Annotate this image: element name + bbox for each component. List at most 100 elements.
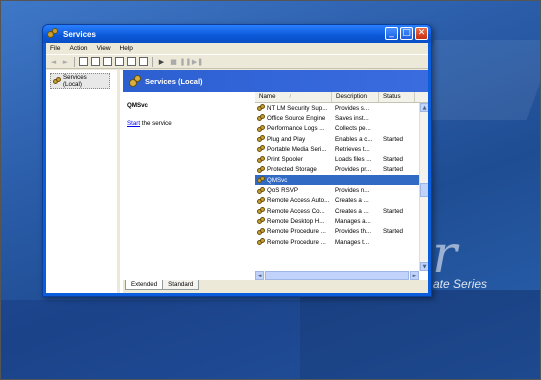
- scroll-left-icon[interactable]: ◄: [255, 271, 264, 280]
- service-description: Provides n...: [335, 187, 370, 195]
- list-item[interactable]: Remote Procedure ... Manages t...: [255, 237, 428, 247]
- selected-service-name: QMSvc: [127, 102, 148, 109]
- list-item[interactable]: QoS RSVP Provides n...: [255, 185, 428, 195]
- service-description: Enables a c...: [335, 135, 373, 143]
- column-header-name[interactable]: Name /: [255, 92, 332, 102]
- list-item[interactable]: Office Source Engine Saves inst...: [255, 113, 428, 123]
- services-window[interactable]: Services _ □ ✕ File Action View Help ◄ ►…: [42, 24, 432, 297]
- service-name: Performance Logs ...: [267, 125, 325, 133]
- list-item[interactable]: Remote Access Co... Creates a ... Started: [255, 206, 428, 216]
- maximize-button[interactable]: □: [400, 27, 413, 40]
- properties-icon[interactable]: [91, 57, 100, 66]
- service-gear-icon: [257, 155, 265, 164]
- play-icon[interactable]: ▶: [157, 57, 166, 66]
- list-item[interactable]: Print Spooler Loads files ... Started: [255, 154, 428, 164]
- console-tree: Services (Local): [46, 70, 120, 293]
- service-status: Started: [383, 207, 403, 215]
- tree-item-label: Services (Local): [63, 74, 87, 88]
- view-icon[interactable]: [139, 57, 148, 66]
- show-hide-tree-icon[interactable]: [79, 57, 88, 66]
- service-name: Portable Media Seri...: [267, 145, 327, 153]
- service-gear-icon: [257, 145, 265, 153]
- service-description: Loads files ...: [335, 156, 372, 164]
- service-description: Provides th...: [335, 228, 372, 236]
- menu-action[interactable]: Action: [69, 45, 87, 52]
- vertical-scrollbar[interactable]: ▲ ▼: [419, 103, 428, 271]
- service-gear-icon: [257, 238, 265, 246]
- help-icon[interactable]: [127, 57, 136, 66]
- column-header-description[interactable]: Description: [332, 92, 379, 102]
- desktop-brand-text: ate Series: [433, 277, 488, 291]
- service-name: Office Source Engine: [267, 114, 326, 122]
- service-gear-icon: [257, 176, 265, 184]
- description-panel: QMSvc Start the service: [123, 92, 255, 280]
- list-item[interactable]: Remote Access Auto... Creates a ...: [255, 196, 428, 206]
- start-service-link[interactable]: Start: [127, 120, 140, 127]
- desktop-decoration: [0, 300, 300, 380]
- desktop-decoration: [300, 290, 541, 380]
- tab-extended[interactable]: Extended: [125, 280, 164, 290]
- menu-file[interactable]: File: [50, 45, 60, 52]
- service-gear-icon: [257, 114, 265, 122]
- refresh-icon[interactable]: [103, 57, 112, 66]
- list-item[interactable]: Remote Procedure ... Provides th... Starte…: [255, 227, 428, 237]
- restart-icon[interactable]: ▶❚: [192, 57, 203, 66]
- window-title: Services: [63, 29, 96, 39]
- link-suffix: the service: [140, 120, 172, 127]
- stop-icon[interactable]: ■: [169, 57, 178, 66]
- service-status: Started: [383, 156, 403, 164]
- scroll-up-icon[interactable]: ▲: [420, 103, 428, 112]
- close-button[interactable]: ✕: [415, 27, 428, 40]
- forward-arrow-icon[interactable]: ►: [61, 57, 70, 66]
- list-item[interactable]: Portable Media Seri... Retrieves t...: [255, 144, 428, 154]
- service-gear-icon: [257, 186, 265, 195]
- service-gear-icon: [257, 227, 265, 236]
- list-item[interactable]: Protected Storage Provides pr... Started: [255, 165, 428, 175]
- service-description: Saves inst...: [335, 114, 369, 122]
- service-name: Plug and Play: [267, 135, 306, 143]
- scroll-thumb[interactable]: [420, 183, 428, 197]
- service-status: Started: [383, 166, 403, 174]
- minimize-button[interactable]: _: [385, 27, 398, 40]
- service-description: Provides s...: [335, 104, 370, 112]
- desktop-brand-glyph: r: [432, 225, 457, 285]
- pause-icon[interactable]: ❚❚: [180, 57, 192, 66]
- service-name: Remote Access Co...: [267, 207, 325, 215]
- service-name: NT LM Security Sup...: [267, 104, 328, 112]
- back-arrow-icon[interactable]: ◄: [49, 57, 58, 66]
- list-item[interactable]: Remote Desktop H... Manages a...: [255, 216, 428, 226]
- service-gear-icon: [257, 165, 265, 174]
- menu-view[interactable]: View: [97, 45, 111, 52]
- scroll-down-icon[interactable]: ▼: [420, 262, 428, 271]
- services-gear-icon: [129, 75, 141, 87]
- view-tabs: Extended Standard: [123, 280, 428, 293]
- tab-standard[interactable]: Standard: [162, 280, 200, 290]
- service-name: Remote Procedure ...: [267, 238, 326, 246]
- service-description: Creates a ...: [335, 197, 369, 205]
- title-bar[interactable]: Services _ □ ✕: [43, 25, 431, 43]
- list-item[interactable]: Performance Logs ... Collects pe...: [255, 124, 428, 134]
- service-gear-icon: [257, 104, 265, 112]
- menu-bar: File Action View Help: [46, 43, 428, 54]
- service-gear-icon: [257, 207, 265, 215]
- list-item[interactable]: NT LM Security Sup... Provides s...: [255, 103, 428, 113]
- menu-help[interactable]: Help: [120, 45, 133, 52]
- service-gear-icon: [257, 124, 265, 133]
- tree-item-services-local[interactable]: Services (Local): [50, 73, 110, 89]
- service-description: Manages t...: [335, 238, 370, 246]
- hscroll-thumb[interactable]: [265, 271, 409, 280]
- export-list-icon[interactable]: [115, 57, 124, 66]
- service-description: Collects pe...: [335, 125, 371, 133]
- scroll-right-icon[interactable]: ►: [410, 271, 419, 280]
- services-list: Name / Description Status NT LM Security …: [255, 92, 428, 280]
- list-item[interactable]: QMSvc: [255, 175, 428, 186]
- pane-header: Services (Local): [123, 70, 428, 92]
- service-description: Creates a ...: [335, 207, 369, 215]
- column-header-status[interactable]: Status: [379, 92, 415, 102]
- list-item[interactable]: Plug and Play Enables a c... Started: [255, 134, 428, 144]
- service-gear-icon: [257, 196, 265, 205]
- horizontal-scrollbar[interactable]: ◄ ►: [255, 271, 419, 280]
- service-description: Manages a...: [335, 217, 371, 225]
- service-description: Provides pr...: [335, 166, 372, 174]
- pane-title: Services (Local): [145, 76, 203, 86]
